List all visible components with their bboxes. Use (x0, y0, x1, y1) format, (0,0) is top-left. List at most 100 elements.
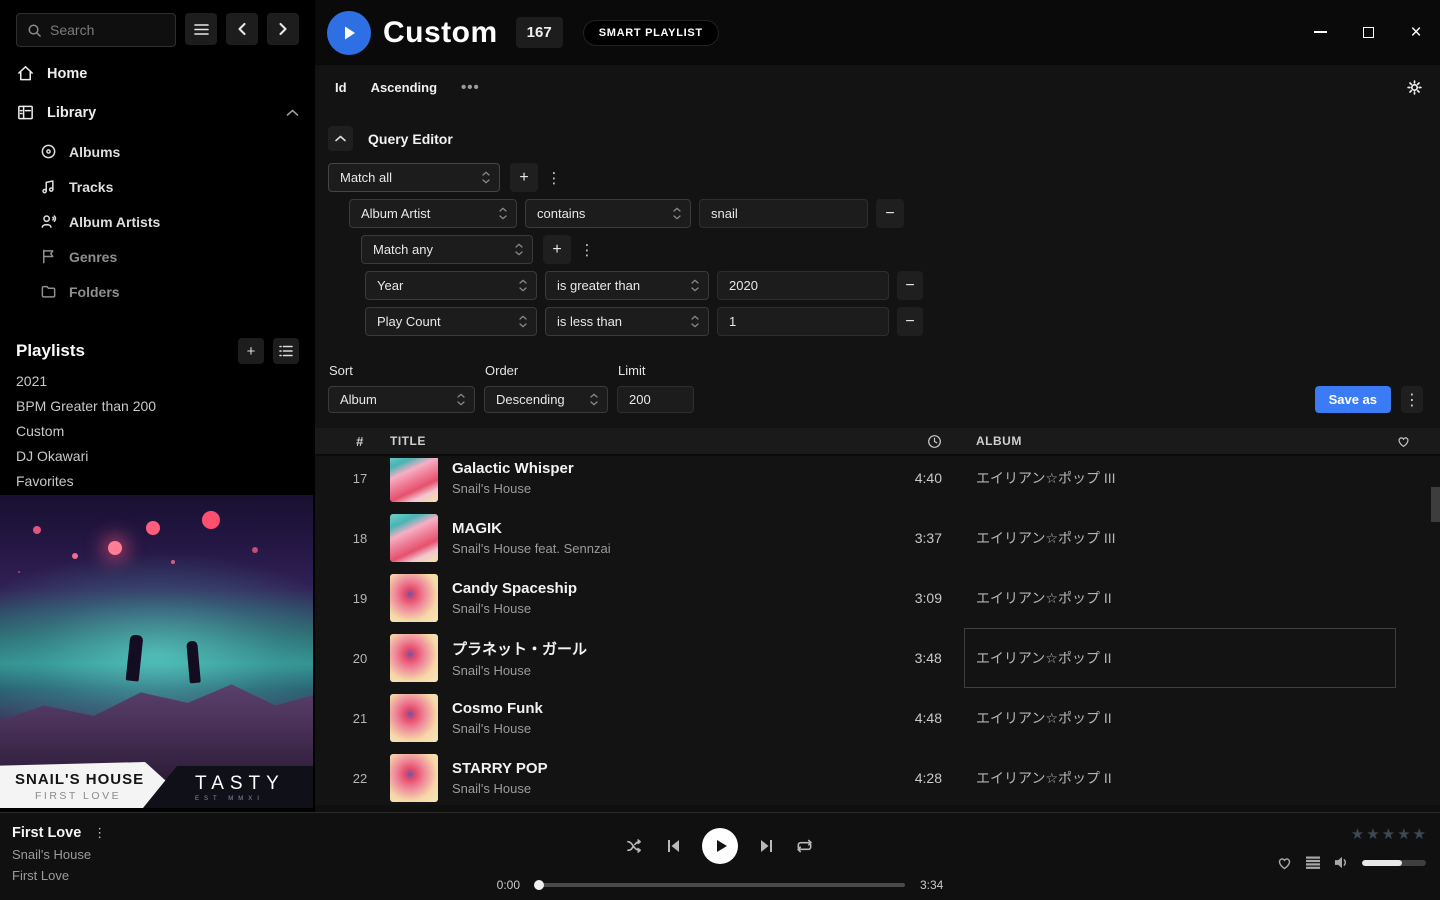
column-header-duration[interactable] (882, 434, 942, 449)
track-album[interactable]: エイリアン☆ポップ II (964, 628, 1396, 688)
playlist-list-button[interactable] (273, 338, 299, 364)
rule-field-select[interactable]: Year (365, 271, 537, 300)
order-select[interactable]: Descending (484, 386, 608, 413)
star-icon[interactable]: ★ (1382, 825, 1395, 843)
smart-playlist-badge: SMART PLAYLIST (583, 20, 719, 46)
column-header-album[interactable]: ALBUM (976, 434, 1396, 448)
track-artist[interactable]: Snail's House (452, 601, 882, 616)
remove-rule-button[interactable]: − (876, 199, 904, 228)
rule-operator-select[interactable]: is less than (545, 307, 709, 336)
table-row[interactable]: 19 Candy Spaceship Snail's House 3:09 エイ… (315, 568, 1440, 628)
next-button[interactable] (759, 839, 774, 853)
now-playing-album[interactable]: First Love (12, 868, 106, 883)
play-button[interactable] (702, 828, 738, 864)
now-playing-options-button[interactable]: ⋮ (93, 825, 106, 841)
table-row[interactable]: 21 Cosmo Funk Snail's House 4:48 エイリアン☆ポ… (315, 688, 1440, 748)
sidebar-item-genres[interactable]: Genres (40, 248, 117, 265)
volume-slider[interactable] (1362, 860, 1426, 866)
rule-field-select[interactable]: Album Artist (349, 199, 517, 228)
sidebar-item-tracks[interactable]: Tracks (40, 178, 113, 195)
chevron-up-icon[interactable] (286, 109, 299, 117)
playlist-item[interactable]: Custom (16, 423, 64, 439)
sidebar-item-library[interactable]: Library (16, 103, 299, 122)
rule-options-button[interactable]: ⋮ (545, 163, 563, 192)
sort-select[interactable]: Album (328, 386, 475, 413)
rating-stars[interactable]: ★★★★★ (1276, 825, 1426, 843)
limit-input[interactable] (617, 386, 694, 413)
add-playlist-button[interactable]: + (238, 338, 264, 364)
repeat-button[interactable] (795, 838, 814, 854)
table-row[interactable]: 17 Galactic Whisper Snail's House 4:40 エ… (315, 458, 1440, 508)
seek-thumb[interactable] (534, 880, 544, 890)
favorite-button[interactable] (1276, 855, 1293, 870)
star-icon[interactable]: ★ (1351, 825, 1364, 843)
volume-button[interactable] (1333, 855, 1350, 870)
now-playing-album-art[interactable]: SNAIL'S HOUSE FIRST LOVE TASTY EST MMXI (0, 495, 313, 808)
playlist-item[interactable]: 2021 (16, 373, 47, 389)
search-input[interactable] (50, 22, 160, 38)
rule-operator-select[interactable]: is greater than (545, 271, 709, 300)
queue-button[interactable] (1305, 856, 1321, 870)
rule-value-input[interactable] (717, 271, 889, 300)
save-as-button[interactable]: Save as (1315, 386, 1391, 413)
star-icon[interactable]: ★ (1413, 825, 1426, 843)
table-row[interactable]: 18 MAGIK Snail's House feat. Sennzai 3:3… (315, 508, 1440, 568)
save-options-button[interactable]: ⋮ (1401, 386, 1423, 413)
window-close-button[interactable]: × (1406, 22, 1426, 42)
playlist-item[interactable]: BPM Greater than 200 (16, 398, 156, 414)
star-icon[interactable]: ★ (1397, 825, 1410, 843)
sidebar-item-folders[interactable]: Folders (40, 283, 120, 300)
seek-slider[interactable] (535, 883, 905, 887)
match-combinator-select[interactable]: Match all (328, 163, 500, 192)
column-header-title[interactable]: TITLE (390, 434, 882, 448)
sort-field-button[interactable]: Id (335, 80, 347, 95)
collapse-query-editor-button[interactable] (328, 126, 353, 151)
sort-order-button[interactable]: Ascending (371, 80, 437, 95)
now-playing-artist[interactable]: Snail's House (12, 847, 106, 862)
more-options-button[interactable]: ••• (461, 79, 480, 96)
window-minimize-button[interactable] (1310, 22, 1330, 42)
track-album[interactable]: エイリアン☆ポップ III (976, 458, 1396, 508)
track-count-badge: 167 (516, 17, 563, 48)
track-artist[interactable]: Snail's House (452, 663, 882, 678)
gear-icon[interactable] (1406, 79, 1423, 96)
track-album[interactable]: エイリアン☆ポップ II (976, 688, 1396, 748)
window-maximize-button[interactable] (1358, 22, 1378, 42)
table-row[interactable]: 20 プラネット・ガール Snail's House 3:48 エイリアン☆ポッ… (315, 628, 1440, 688)
table-row[interactable]: 22 STARRY POP Snail's House 4:28 エイリアン☆ポ… (315, 748, 1440, 806)
playlist-item[interactable]: Favorites (16, 473, 74, 489)
nav-forward-button[interactable] (267, 13, 299, 45)
rule-value-input[interactable] (717, 307, 889, 336)
track-album[interactable]: エイリアン☆ポップ II (976, 568, 1396, 628)
star-icon[interactable]: ★ (1366, 825, 1379, 843)
shuffle-button[interactable] (626, 838, 645, 854)
rule-field-select[interactable]: Play Count (365, 307, 537, 336)
sidebar-item-albums[interactable]: Albums (40, 143, 120, 160)
column-header-index[interactable]: # (343, 434, 377, 449)
search-box[interactable] (16, 13, 176, 47)
menu-button[interactable] (185, 13, 217, 45)
rule-value-input[interactable] (699, 199, 868, 228)
group-combinator-select[interactable]: Match any (361, 235, 533, 264)
playlist-item[interactable]: DJ Okawari (16, 448, 88, 464)
previous-button[interactable] (666, 839, 681, 853)
track-artist[interactable]: Snail's House (452, 721, 882, 736)
add-rule-button[interactable]: + (510, 163, 538, 192)
add-group-rule-button[interactable]: + (543, 235, 571, 264)
track-album[interactable]: エイリアン☆ポップ III (976, 508, 1396, 568)
column-header-favorite[interactable] (1396, 434, 1440, 448)
remove-rule-button[interactable]: − (897, 271, 923, 300)
now-playing-title[interactable]: First Love (12, 825, 81, 841)
track-artist[interactable]: Snail's House feat. Sennzai (452, 541, 882, 556)
remove-rule-button[interactable]: − (897, 307, 923, 336)
track-artist[interactable]: Snail's House (452, 481, 882, 496)
sidebar-item-album-artists[interactable]: Album Artists (40, 213, 160, 230)
rule-operator-select[interactable]: contains (525, 199, 691, 228)
nav-back-button[interactable] (226, 13, 258, 45)
track-artist[interactable]: Snail's House (452, 781, 882, 796)
play-playlist-button[interactable] (327, 11, 371, 55)
group-options-button[interactable]: ⋮ (578, 235, 596, 264)
track-album[interactable]: エイリアン☆ポップ II (976, 748, 1396, 806)
sidebar-item-home[interactable]: Home (16, 64, 299, 83)
scrollbar-thumb[interactable] (1431, 487, 1440, 522)
